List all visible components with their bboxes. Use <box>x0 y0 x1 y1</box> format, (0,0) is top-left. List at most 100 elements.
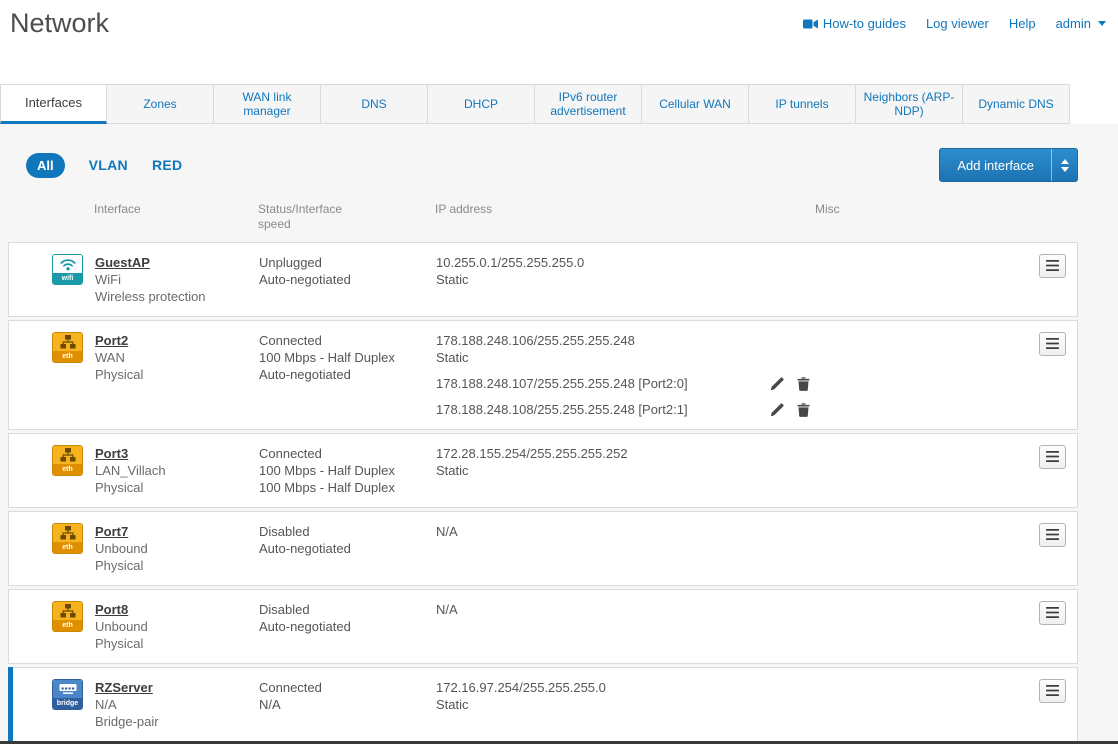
wifi-glyph-icon <box>53 255 82 273</box>
interface-name-link[interactable]: Port3 <box>95 445 128 462</box>
delete-icon[interactable] <box>797 403 810 417</box>
icon-tag: wifi <box>53 273 82 284</box>
tab-dhcp[interactable]: DHCP <box>428 84 535 124</box>
tab-dns[interactable]: DNS <box>321 84 428 124</box>
tab-wan-link-manager[interactable]: WAN link manager <box>214 84 321 124</box>
toplink-log-viewer[interactable]: Log viewer <box>926 16 989 31</box>
tab-neighbors-arp-ndp[interactable]: Neighbors (ARP-NDP) <box>856 84 963 124</box>
status-line: Disabled <box>259 601 436 618</box>
additional-ip-row: 178.188.248.107/255.255.255.248 [Port2:0… <box>436 375 816 392</box>
ip-address-cell: 172.16.97.254/255.255.255.0Static <box>436 668 816 741</box>
add-interface-button[interactable]: Add interface <box>939 148 1078 182</box>
row-menu-cell <box>1036 243 1077 316</box>
icon-tag: bridge <box>53 698 82 709</box>
tab-label: Zones <box>143 97 176 111</box>
eth-interface-icon: eth <box>52 523 83 554</box>
status-line: Auto-negotiated <box>259 366 436 383</box>
interface-name-link[interactable]: Port8 <box>95 601 128 618</box>
interface-detail: N/A <box>95 696 259 713</box>
video-icon <box>803 19 818 29</box>
hamburger-icon <box>1046 605 1059 622</box>
table-row-port3: ethPort3LAN_VillachPhysicalConnected100 … <box>8 433 1078 508</box>
filter-all[interactable]: All <box>26 153 65 178</box>
tab-cellular-wan[interactable]: Cellular WAN <box>642 84 749 124</box>
interface-icon-cell: eth <box>9 590 95 663</box>
interface-status-cell: Connected100 Mbps - Half Duplex100 Mbps … <box>259 434 436 507</box>
table-row-port8: ethPort8UnboundPhysicalDisabledAuto-nego… <box>8 589 1078 664</box>
toplink-label: Log viewer <box>926 16 989 31</box>
column-header-ip-address: IP address <box>435 202 815 232</box>
table-row-port2: ethPort2WANPhysicalConnected100 Mbps - H… <box>8 320 1078 430</box>
status-line: Unplugged <box>259 254 436 271</box>
filter-red[interactable]: RED <box>152 157 182 173</box>
ip-address-cell: N/A <box>436 512 816 585</box>
interface-icon-cell: wifi <box>9 243 95 316</box>
row-menu-cell <box>1036 590 1077 663</box>
misc-cell <box>816 668 1036 741</box>
table-row-guestap: wifi GuestAPWiFiWireless protectionUnplug… <box>8 242 1078 317</box>
interface-detail: Physical <box>95 557 259 574</box>
interface-name-cell: Port2WANPhysical <box>95 321 259 429</box>
status-line: N/A <box>259 696 436 713</box>
ip-address: 10.255.0.1/255.255.255.0 <box>436 254 816 271</box>
interface-name-cell: Port8UnboundPhysical <box>95 590 259 663</box>
row-menu-button[interactable] <box>1039 254 1066 278</box>
edit-icon[interactable] <box>770 376 785 391</box>
tab-label: IPv6 router advertisement <box>540 90 636 118</box>
status-line: Connected <box>259 332 436 349</box>
ip-address: 178.188.248.108/255.255.255.248 [Port2:1… <box>436 401 688 418</box>
interface-name-cell: Port7UnboundPhysical <box>95 512 259 585</box>
tab-interfaces[interactable]: Interfaces <box>0 84 107 124</box>
toplink-admin[interactable]: admin <box>1056 16 1106 31</box>
eth-glyph-icon <box>53 602 82 620</box>
eth-glyph-icon <box>53 524 82 542</box>
delete-icon[interactable] <box>797 377 810 391</box>
interface-detail: WiFi <box>95 271 259 288</box>
interface-name-link[interactable]: Port7 <box>95 523 128 540</box>
interface-icon-cell: eth <box>9 434 95 507</box>
interface-status-cell: ConnectedN/A <box>259 668 436 741</box>
ip-actions <box>770 402 810 417</box>
toplink-how-to-guides[interactable]: How-to guides <box>803 16 906 31</box>
ip-address: N/A <box>436 523 816 540</box>
misc-cell <box>816 434 1036 507</box>
row-menu-button[interactable] <box>1039 679 1066 703</box>
interface-status-cell: DisabledAuto-negotiated <box>259 512 436 585</box>
tab-zones[interactable]: Zones <box>107 84 214 124</box>
additional-ip-row: 178.188.248.108/255.255.255.248 [Port2:1… <box>436 401 816 418</box>
interface-name-cell: GuestAPWiFiWireless protection <box>95 243 259 316</box>
ip-assignment-type: Static <box>436 696 816 713</box>
row-menu-button[interactable] <box>1039 332 1066 356</box>
hamburger-icon <box>1046 449 1059 466</box>
icon-tag: eth <box>53 464 82 475</box>
interface-name-link[interactable]: RZServer <box>95 679 153 696</box>
ip-address: 178.188.248.106/255.255.255.248 <box>436 332 816 349</box>
tab-label: Cellular WAN <box>659 97 731 111</box>
interface-detail: Wireless protection <box>95 288 259 305</box>
tab-dynamic-dns[interactable]: Dynamic DNS <box>963 84 1070 124</box>
status-line: Connected <box>259 445 436 462</box>
tab-ip-tunnels[interactable]: IP tunnels <box>749 84 856 124</box>
network-page: Network How-to guidesLog viewerHelpadmin… <box>0 0 1118 744</box>
row-menu-button[interactable] <box>1039 601 1066 625</box>
tab-ipv6-router-advertisement[interactable]: IPv6 router advertisement <box>535 84 642 124</box>
interface-detail: Unbound <box>95 618 259 635</box>
interface-name-cell: RZServerN/ABridge-pair <box>95 668 259 741</box>
ip-actions <box>770 376 810 391</box>
edit-icon[interactable] <box>770 402 785 417</box>
add-interface-dropdown[interactable] <box>1051 149 1077 181</box>
table-row-rzserver: bridge RZServerN/ABridge-pairConnectedN/A… <box>8 667 1078 742</box>
content-area: AllVLANRED Add interface InterfaceStatus… <box>0 124 1118 744</box>
filter-vlan[interactable]: VLAN <box>89 157 128 173</box>
interface-name-link[interactable]: Port2 <box>95 332 128 349</box>
interface-detail: LAN_Villach <box>95 462 259 479</box>
bridge-glyph-icon <box>53 680 82 698</box>
row-menu-button[interactable] <box>1039 523 1066 547</box>
misc-cell <box>816 590 1036 663</box>
row-menu-button[interactable] <box>1039 445 1066 469</box>
toplink-help[interactable]: Help <box>1009 16 1036 31</box>
tab-label: IP tunnels <box>775 97 828 111</box>
interface-name-link[interactable]: GuestAP <box>95 254 150 271</box>
interface-detail: Unbound <box>95 540 259 557</box>
hamburger-icon <box>1046 683 1059 700</box>
